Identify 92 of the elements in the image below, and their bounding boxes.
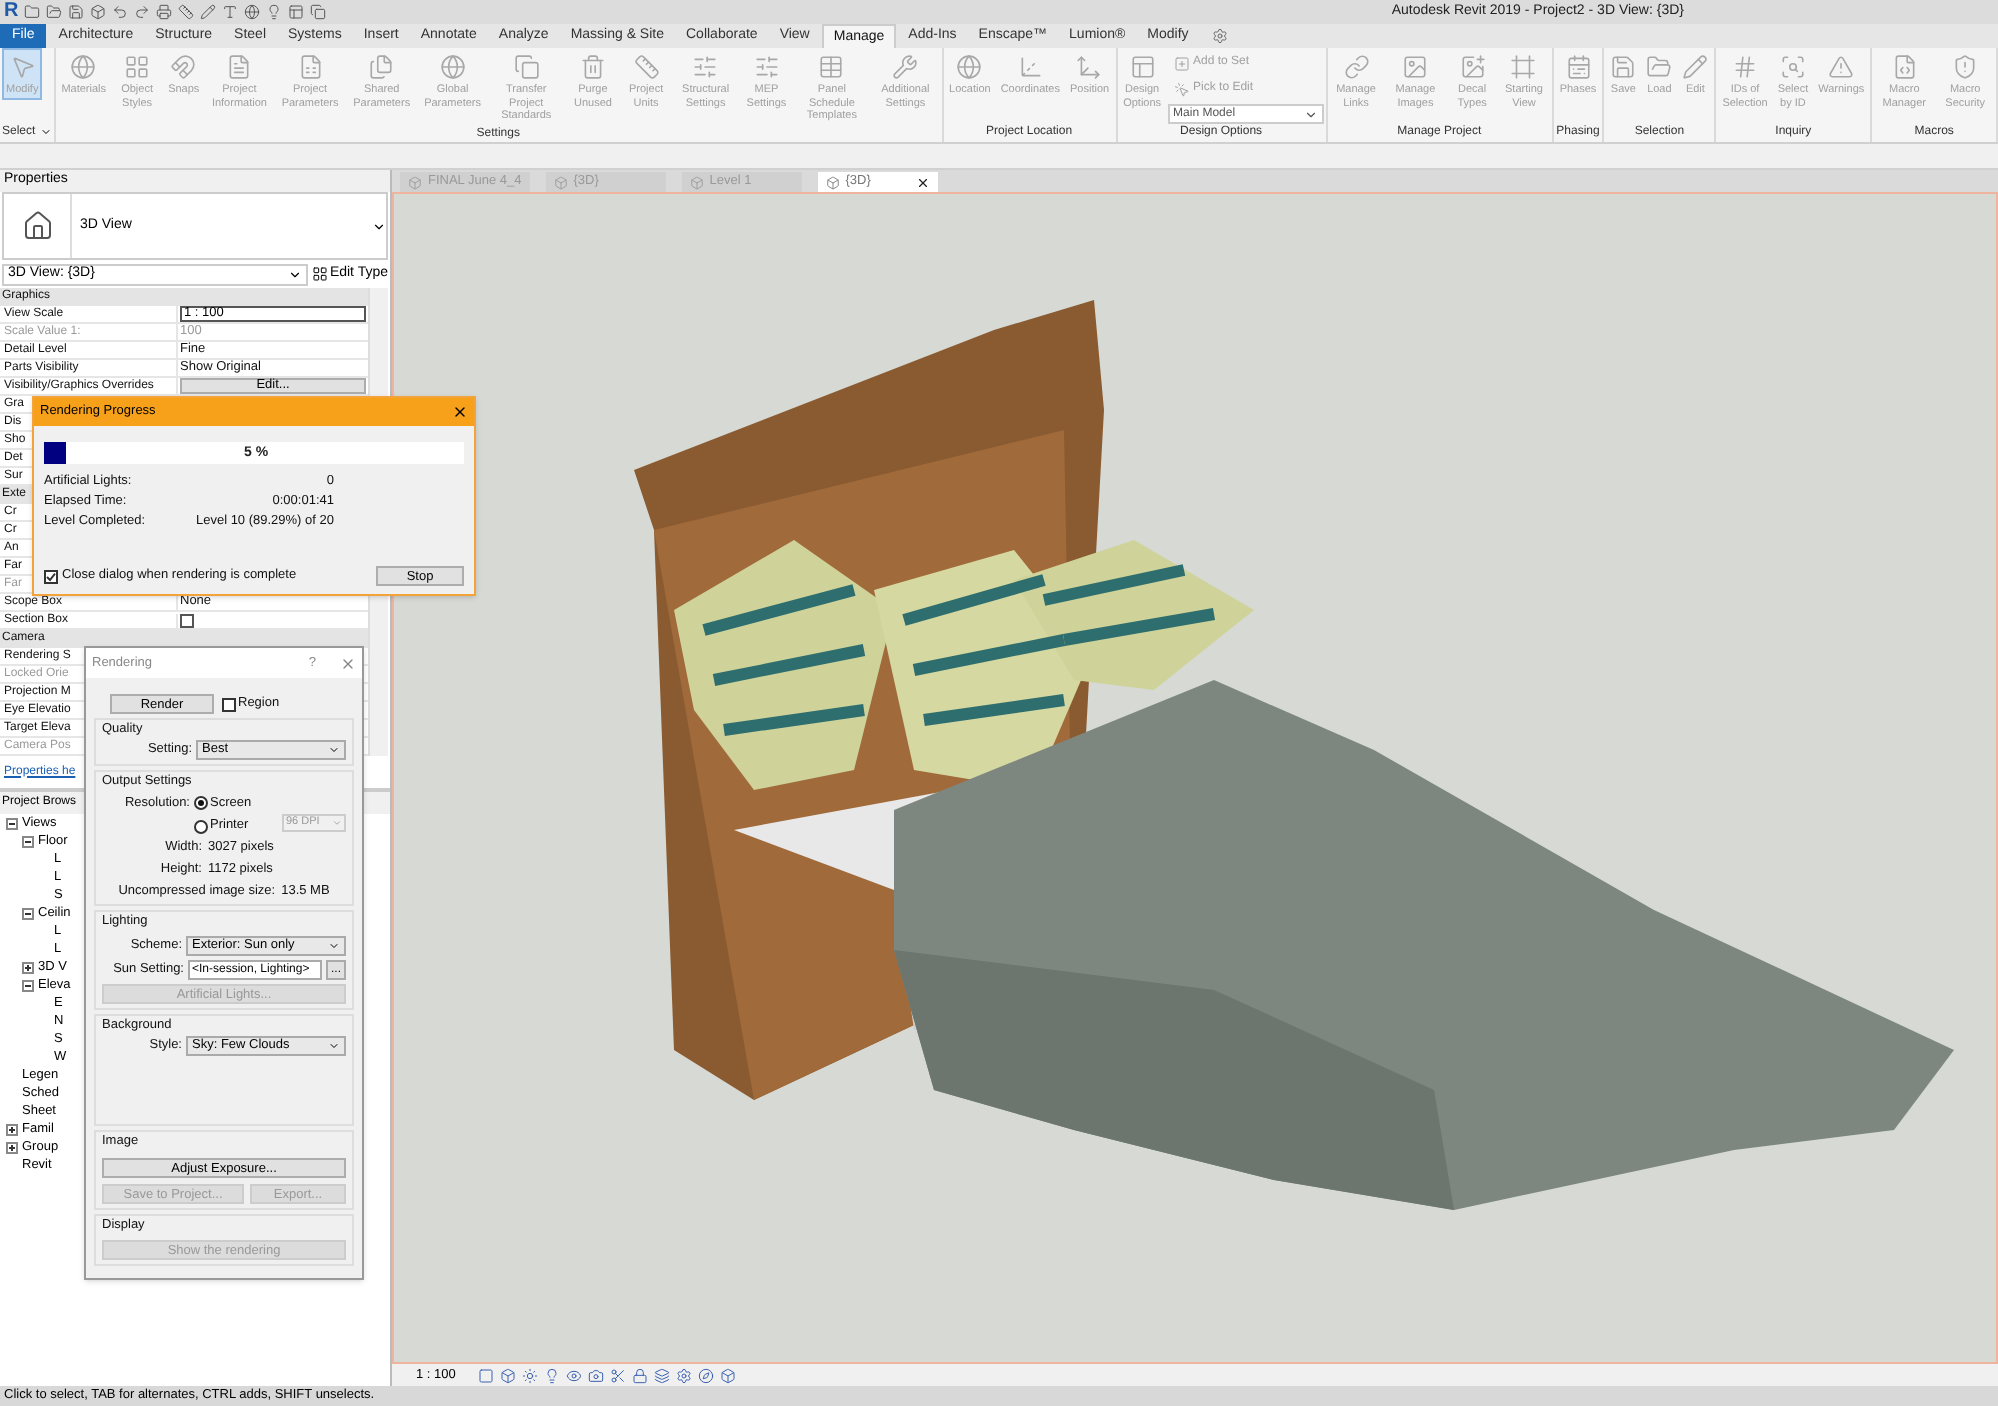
camera-icon [587,1367,604,1383]
table-icon [818,54,845,80]
copy-icon [513,54,540,80]
cube-icon [90,4,107,20]
calendar-icon [1565,54,1591,80]
globe-icon [244,4,261,20]
globe-icon [956,54,983,80]
ruler-icon [633,54,660,80]
caret-icon [332,817,342,827]
eye-icon [565,1367,582,1383]
caret-icon [1303,107,1318,121]
ruler-icon [178,4,195,20]
undo-icon [112,4,129,20]
pencil-icon [200,4,217,20]
bulb-icon [266,4,283,20]
files-icon [368,54,395,80]
sun-icon [521,1367,538,1383]
pointer-icon [1173,81,1190,97]
spreadsheet-icon [297,54,324,80]
radio-button[interactable] [194,819,208,834]
collapse-icon[interactable] [22,979,34,991]
copy-icon [310,4,327,20]
code-file-icon [1891,54,1918,80]
view-canvas[interactable] [392,192,1998,1364]
close-icon[interactable] [452,404,468,420]
document-icon [226,54,253,80]
close-icon[interactable] [915,175,930,189]
axes-icon [1017,54,1044,80]
checkbox[interactable] [222,697,236,711]
collapse-icon[interactable] [22,907,34,919]
cube-icon [408,175,422,189]
settings-icon [1212,28,1229,44]
cube-icon [499,1367,516,1383]
bulb-icon [543,1367,560,1383]
pointer-icon [9,54,36,80]
caret-icon [39,126,52,138]
globe-icon [439,54,466,80]
move-icon [1076,54,1103,80]
radio-button[interactable] [194,795,208,810]
sliders-icon [692,54,719,80]
layers-icon [653,1367,670,1383]
cube-icon [719,1367,736,1383]
caret-icon [328,1039,340,1052]
expand-icon[interactable] [6,1123,18,1135]
folder-icon [1646,54,1673,80]
square-icon [477,1367,494,1383]
hash-icon [1732,54,1758,80]
link-icon [1343,54,1369,80]
grid-icon [311,266,328,282]
collapse-icon[interactable] [22,835,34,847]
lock-icon [631,1367,648,1383]
trash-icon [579,54,606,80]
check-icon [46,571,56,581]
grid-icon [124,54,151,80]
warning-icon [1828,54,1855,80]
collapse-icon[interactable] [6,817,18,829]
caret-icon [328,743,340,756]
save-icon [68,4,85,20]
scan-icon [1779,54,1806,80]
save-icon [1610,54,1637,80]
caret-icon [287,267,302,281]
image-icon [1459,54,1486,80]
cube-icon [825,175,840,189]
pencil-icon [1682,54,1709,80]
crop-icon [609,1367,626,1383]
image-icon [1402,54,1429,80]
sliders-icon [753,54,780,80]
print-icon [156,4,173,20]
caret-icon [328,940,340,952]
globe-icon [70,54,97,80]
cube-icon [553,175,568,189]
shield-icon [1952,54,1979,80]
text-icon [222,4,239,20]
compass-icon [697,1367,714,1383]
expand-icon[interactable] [22,961,34,973]
folder-icon [24,4,41,20]
plus-square-icon [1173,55,1190,71]
cube-icon [689,175,704,189]
checkbox[interactable] [44,569,58,583]
magnet-icon [170,54,197,80]
settings-icon [675,1367,692,1383]
panel-icon [1129,54,1156,80]
caret-icon [372,219,386,233]
panel-icon [288,4,305,20]
frame-icon [1510,54,1537,80]
app-logo[interactable]: R [4,0,19,24]
checkbox[interactable] [180,613,194,627]
house-icon [21,210,53,242]
folder-icon [46,4,63,20]
redo-icon [134,4,151,20]
expand-icon[interactable] [6,1141,18,1153]
wrench-icon [892,54,919,80]
